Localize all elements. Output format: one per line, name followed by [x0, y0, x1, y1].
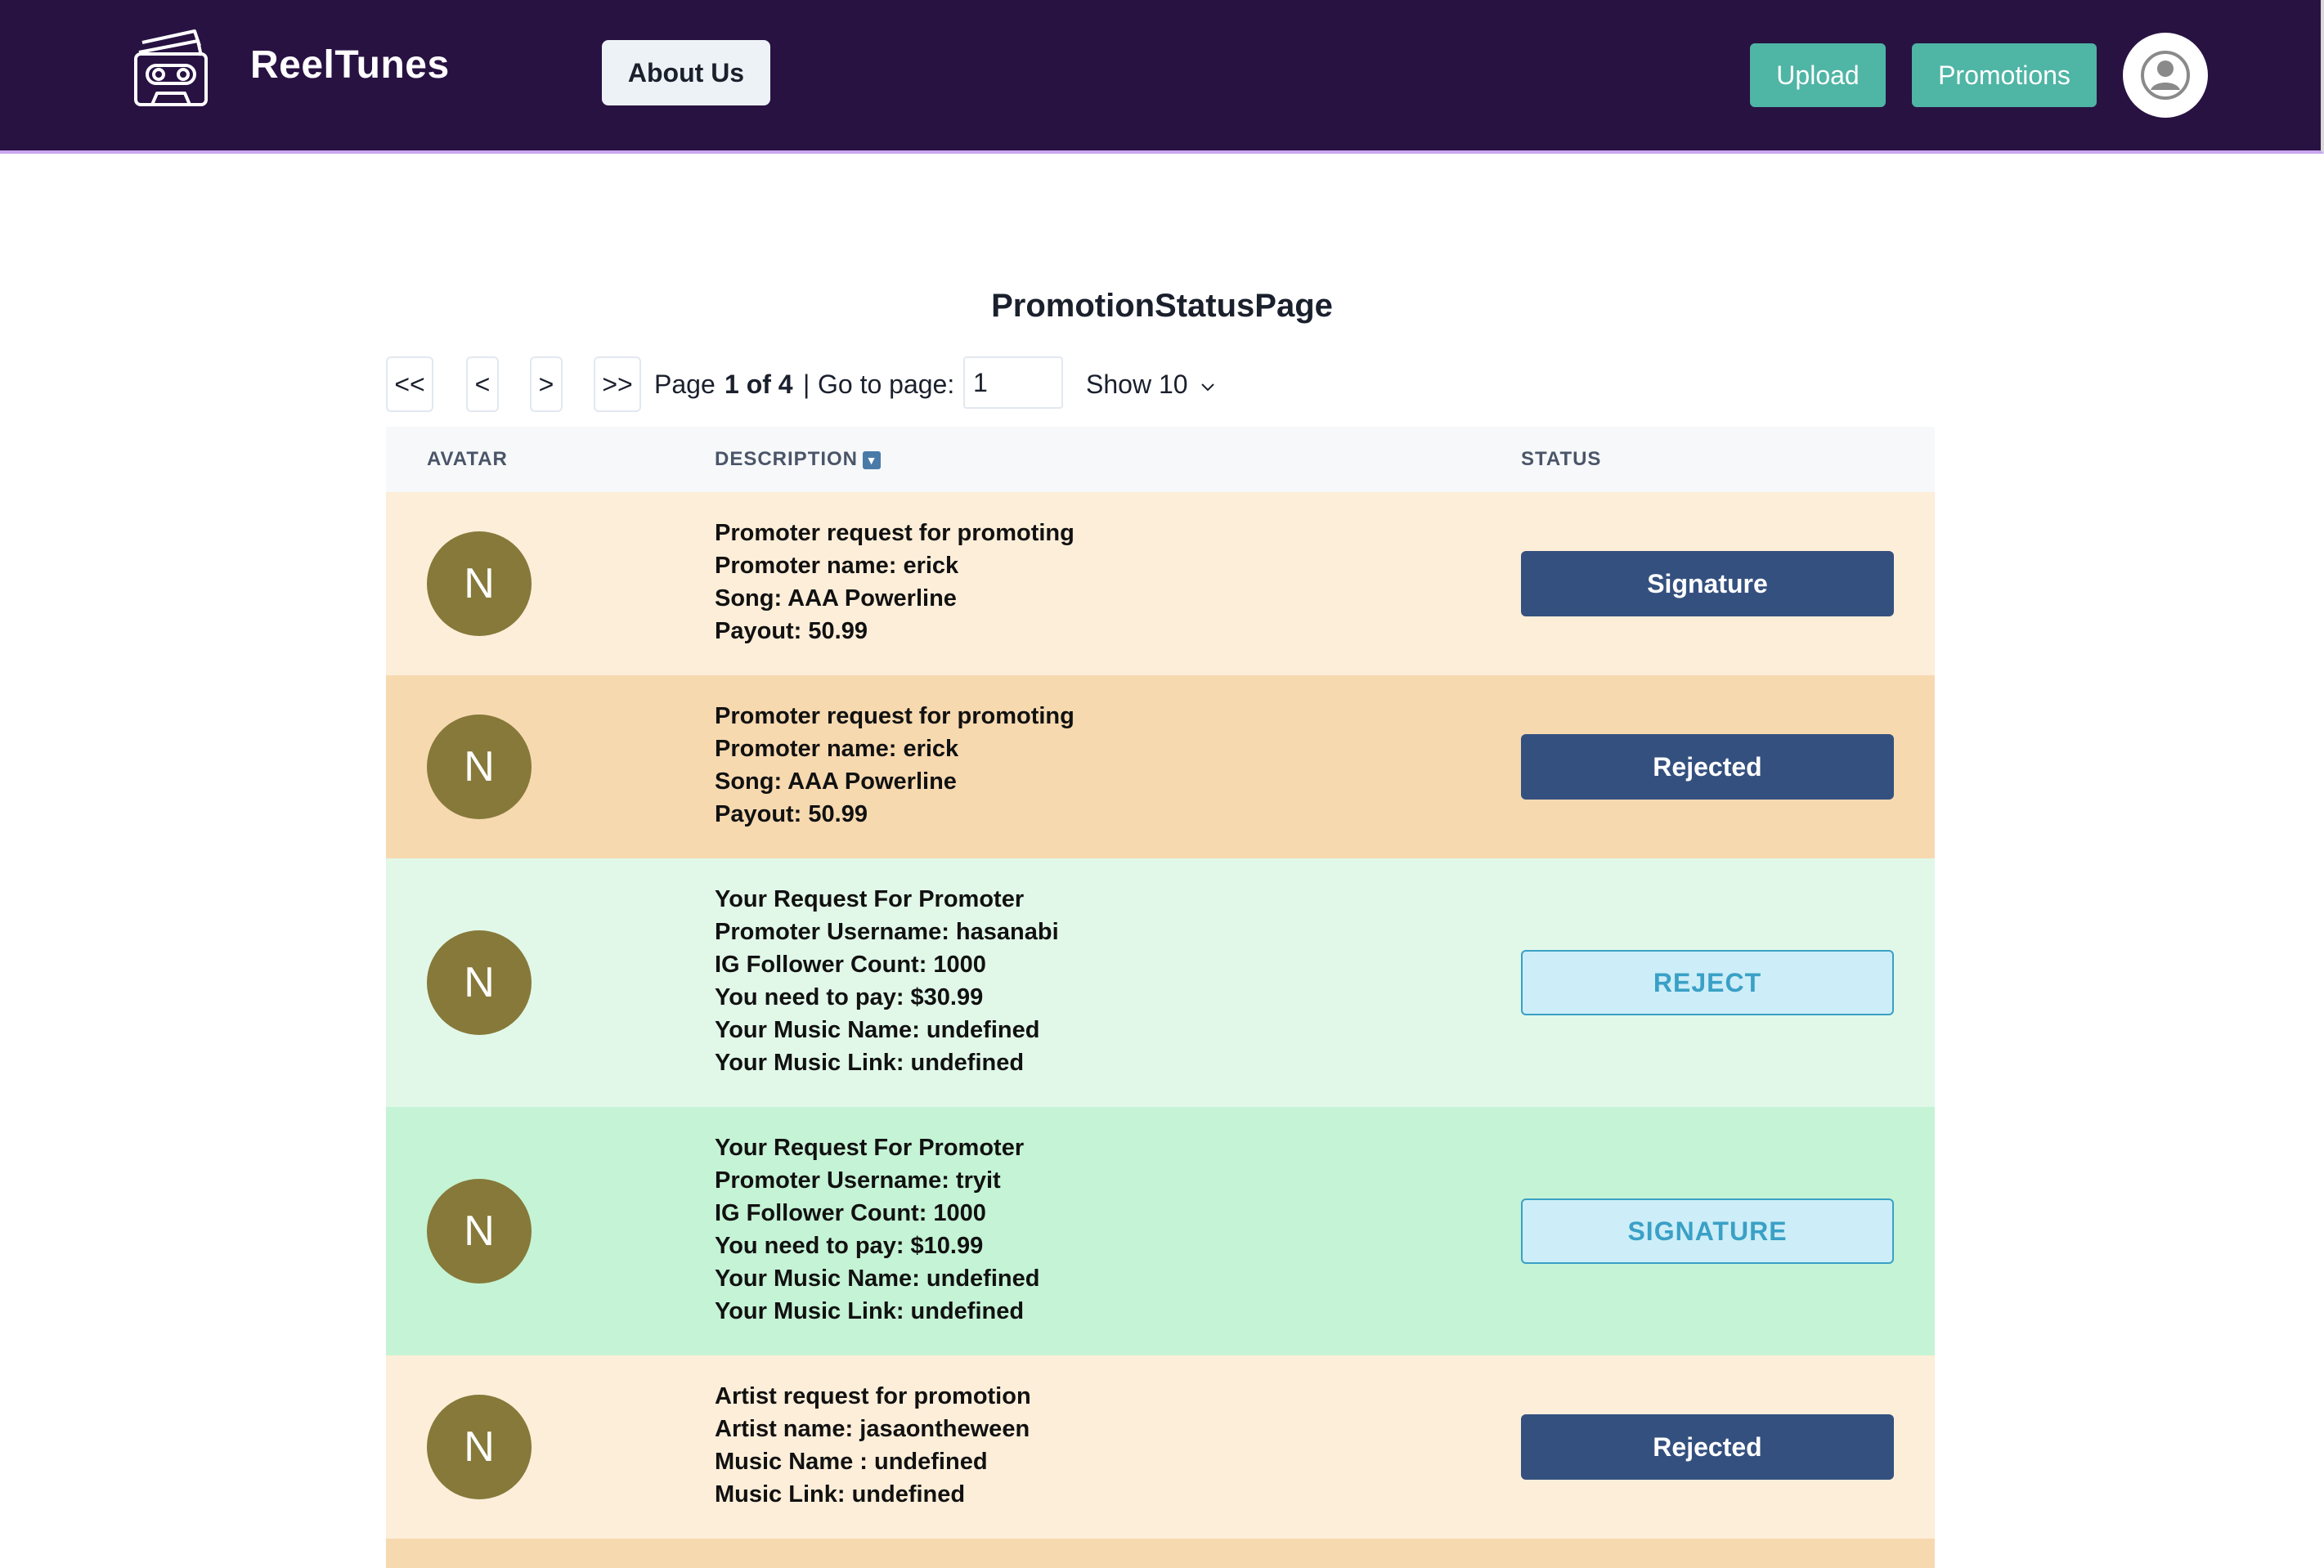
description-line: Song: AAA Powerline: [715, 585, 957, 612]
description-line: Music Link: undefined: [715, 1481, 966, 1508]
description-line: Promoter Username: hasanabi: [715, 919, 1059, 945]
column-header-avatar: AVATAR: [427, 448, 508, 470]
status-button[interactable]: Rejected: [1521, 1414, 1894, 1480]
description-line: Promoter request for promoting: [715, 520, 1075, 546]
description-line: Your Music Link: undefined: [715, 1298, 1025, 1324]
description-line: IG Follower Count: 1000: [715, 1200, 986, 1226]
table-row: N Promoter request for promoting Promote…: [386, 492, 1935, 675]
description-line: IG Follower Count: 1000: [715, 952, 986, 978]
row-description: Promoter request for promoting Promoter …: [715, 517, 1075, 647]
column-header-status: STATUS: [1521, 448, 1602, 470]
table-row: N Artist request for promotion Artist na…: [386, 1355, 1935, 1539]
status-button[interactable]: REJECT: [1521, 950, 1894, 1015]
user-icon: [2141, 51, 2190, 100]
table-row: N Promoter request for promoting Promote…: [386, 675, 1935, 858]
upload-button[interactable]: Upload: [1750, 43, 1886, 107]
avatar: N: [427, 1179, 532, 1284]
description-line: Payout: 50.99: [715, 801, 868, 827]
description-line: Music Name : undefined: [715, 1449, 988, 1475]
column-header-description[interactable]: DESCRIPTION ▼: [715, 448, 882, 471]
description-line: Promoter name: erick: [715, 553, 959, 579]
cassette-logo-icon[interactable]: [131, 25, 213, 110]
description-line: Promoter name: erick: [715, 736, 959, 762]
row-description: Your Request For Promoter Promoter Usern…: [715, 883, 1059, 1079]
description-line: Your Request For Promoter: [715, 1135, 1025, 1161]
promotion-status-table: AVATAR DESCRIPTION ▼ STATUS N Promoter re…: [386, 427, 1935, 1568]
page-label: Page: [654, 370, 716, 399]
goto-page-label: Go to page:: [818, 370, 955, 399]
status-button[interactable]: SIGNATURE: [1521, 1198, 1894, 1264]
description-line: Your Music Name: undefined: [715, 1017, 1040, 1043]
sort-down-icon[interactable]: ▼: [863, 450, 882, 469]
description-line: Your Music Name: undefined: [715, 1266, 1040, 1292]
goto-page-input[interactable]: [963, 356, 1063, 409]
description-line: You need to pay: $10.99: [715, 1233, 984, 1259]
table-header: AVATAR DESCRIPTION ▼ STATUS: [386, 427, 1935, 492]
description-line: Artist name: jasaontheween: [715, 1416, 1030, 1442]
description-line: Artist request for promotion: [715, 1383, 1031, 1409]
page-separator: |: [803, 370, 810, 399]
description-line: Your Request For Promoter: [715, 886, 1025, 912]
avatar: N: [427, 531, 532, 636]
about-us-button[interactable]: About Us: [602, 40, 770, 105]
avatar: N: [427, 930, 532, 1035]
description-line: Promoter request for promoting: [715, 703, 1075, 729]
next-page-button[interactable]: >: [530, 356, 563, 412]
description-line: Promoter Username: tryit: [715, 1167, 1001, 1194]
first-page-button[interactable]: <<: [386, 356, 433, 412]
avatar: N: [427, 1395, 532, 1499]
table-row: N Your Request For Promoter Promoter Use…: [386, 1107, 1935, 1355]
page-indicator: 1 of 4: [725, 370, 793, 399]
description-line: You need to pay: $30.99: [715, 984, 984, 1010]
page-title: PromotionStatusPage: [991, 288, 1333, 324]
description-line: Payout: 50.99: [715, 618, 868, 644]
top-navbar: ReelTunes About Us Upload Promotions: [0, 0, 2324, 154]
brand-name[interactable]: ReelTunes: [250, 43, 450, 87]
pagination-bar: << < > >> Page 1 of 4 | Go to page: Show…: [386, 356, 1285, 414]
table-row: N Your Request For Promoter Promoter Use…: [386, 858, 1935, 1107]
chevron-down-icon: [1201, 383, 1215, 391]
promotions-button[interactable]: Promotions: [1912, 43, 2097, 107]
table-row: [386, 1539, 1935, 1568]
row-description: Artist request for promotion Artist name…: [715, 1380, 1031, 1511]
row-description: Your Request For Promoter Promoter Usern…: [715, 1131, 1039, 1328]
column-header-description-label: DESCRIPTION: [715, 448, 859, 470]
page-size-label: Show 10: [1086, 370, 1188, 399]
avatar: N: [427, 715, 532, 819]
description-line: Your Music Link: undefined: [715, 1050, 1025, 1076]
status-button[interactable]: Signature: [1521, 551, 1894, 616]
prev-page-button[interactable]: <: [466, 356, 499, 412]
last-page-button[interactable]: >>: [594, 356, 641, 412]
user-avatar-button[interactable]: [2123, 33, 2208, 118]
description-line: Song: AAA Powerline: [715, 768, 957, 795]
page-size-select[interactable]: Show 10: [1086, 370, 1216, 400]
row-description: Promoter request for promoting Promoter …: [715, 700, 1075, 831]
status-button[interactable]: Rejected: [1521, 734, 1894, 800]
